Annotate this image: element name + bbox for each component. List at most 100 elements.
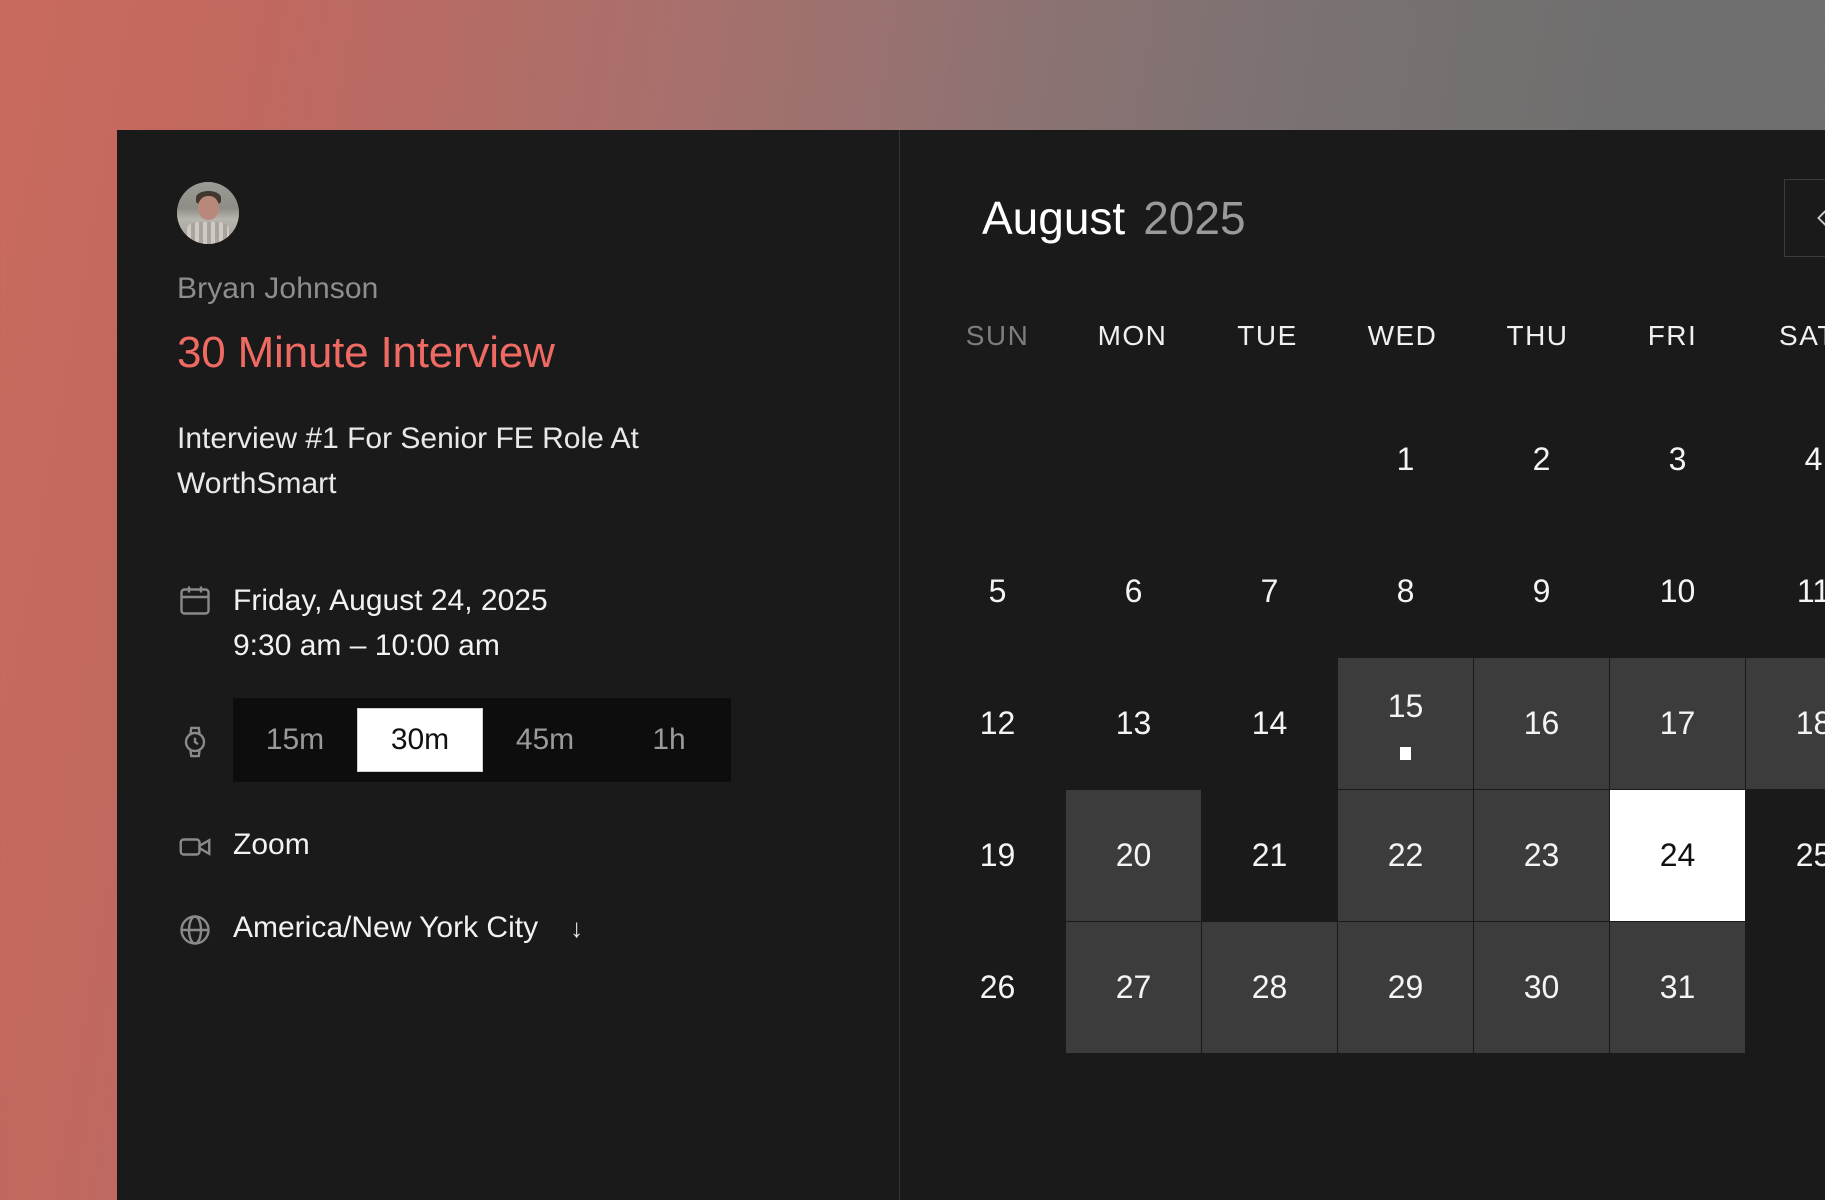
calendar-day-cell: 13 [1066, 658, 1201, 789]
calendar-day-cell[interactable]: 17 [1610, 658, 1745, 789]
previous-month-button[interactable] [1784, 179, 1825, 257]
calendar-day-cell: 9 [1474, 526, 1609, 657]
avatar-face [198, 195, 219, 221]
weekday-label-fri: FRI [1647, 320, 1698, 351]
calendar-day-cell: 3 [1610, 394, 1745, 525]
calendar-day-number: 22 [1387, 837, 1424, 873]
duration-selector[interactable]: 15m 30m 45m 1h [233, 698, 731, 782]
duration-row: 15m 30m 45m 1h [177, 698, 839, 782]
duration-option-45m[interactable]: 45m [483, 698, 607, 782]
calendar-day-cell[interactable]: 24 [1610, 790, 1745, 921]
calendar-day-number: 31 [1659, 969, 1696, 1005]
calendar-day-cell: 8 [1338, 526, 1473, 657]
calendar-day-number: 25 [1795, 837, 1825, 873]
calendar-day-cell: 14 [1202, 658, 1337, 789]
duration-option-30m[interactable]: 30m [357, 708, 483, 772]
calendar-day-cell: 6 [1066, 526, 1201, 657]
calendar-day-number: 10 [1659, 573, 1696, 609]
datetime-row: Friday, August 24, 2025 9:30 am – 10:00 … [177, 578, 839, 668]
calendar-day-number: 14 [1251, 705, 1288, 741]
calendar-day-number: 13 [1115, 705, 1152, 741]
calendar-day-number: 2 [1532, 441, 1551, 477]
calendar-day-indicator-dot [1400, 746, 1411, 760]
calendar-day-number: 16 [1523, 705, 1560, 741]
calendar-day-cell[interactable]: 16 [1474, 658, 1609, 789]
watch-icon [177, 720, 233, 760]
calendar-day-number: 5 [988, 573, 1007, 609]
calendar-day-number: 9 [1532, 573, 1551, 609]
event-details-panel: Bryan Johnson 30 Minute Interview Interv… [117, 130, 900, 1200]
timezone-selector[interactable]: America/New York City ↓ [233, 905, 583, 950]
calendar-day-number: 8 [1396, 573, 1415, 609]
calendar-day-number: 4 [1804, 441, 1823, 477]
calendar-day-cell[interactable]: 30 [1474, 922, 1609, 1053]
weekday-label-thu: THU [1506, 320, 1569, 351]
calendar-day-cell: 2 [1474, 394, 1609, 525]
calendar-day-number: 29 [1387, 969, 1424, 1005]
calendar-day-cell[interactable]: 20 [1066, 790, 1201, 921]
calendar-day-cell: 26 [930, 922, 1065, 1053]
calendar-day-number: 12 [979, 705, 1016, 741]
avatar-shirt [186, 221, 230, 244]
calendar-day-number: 20 [1115, 837, 1152, 873]
event-title: 30 Minute Interview [177, 328, 555, 377]
calendar-header: August 2025 [900, 176, 1825, 260]
calendar-day-number: 26 [979, 969, 1016, 1005]
host-name: Bryan Johnson [177, 272, 379, 305]
globe-icon [177, 908, 233, 948]
calendar-day-number: 28 [1251, 969, 1288, 1005]
weekday-label-sat: SAT [1779, 320, 1825, 351]
calendar-day-cell[interactable]: 15 [1338, 658, 1473, 789]
calendar-year: 2025 [1143, 192, 1246, 244]
timezone-label: America/New York City [233, 911, 539, 944]
calendar-day-cell: 10 [1610, 526, 1745, 657]
calendar-day-empty [930, 394, 1065, 525]
event-time: 9:30 am – 10:00 am [233, 629, 500, 662]
calendar-day-number: 11 [1796, 573, 1825, 609]
calendar-day-cell: 1 [1338, 394, 1473, 525]
datetime-text: Friday, August 24, 2025 9:30 am – 10:00 … [233, 578, 548, 668]
duration-option-15m[interactable]: 15m [233, 698, 357, 782]
video-camera-icon [177, 825, 233, 865]
calendar-day-number: 23 [1523, 837, 1560, 873]
calendar-day-cell[interactable]: 28 [1202, 922, 1337, 1053]
calendar-day-cell: 4 [1746, 394, 1825, 525]
calendar-day-cell[interactable]: 29 [1338, 922, 1473, 1053]
avatar [177, 182, 239, 244]
weekday-label-wed: WED [1367, 320, 1438, 351]
calendar-day-cell: 5 [930, 526, 1065, 657]
calendar-day-cell[interactable]: 27 [1066, 922, 1201, 1053]
calendar-day-number: 17 [1659, 705, 1696, 741]
weekday-label-mon: MON [1097, 320, 1168, 351]
calendar-month: August [982, 192, 1126, 244]
event-date: Friday, August 24, 2025 [233, 584, 548, 617]
arrow-down-icon[interactable]: ↓ [570, 915, 583, 941]
calendar-nav [1784, 179, 1825, 257]
calendar-day-cell: 19 [930, 790, 1065, 921]
booking-card: Bryan Johnson 30 Minute Interview Interv… [117, 130, 1825, 1200]
calendar-day-cell[interactable]: 31 [1610, 922, 1745, 1053]
calendar-day-cell[interactable]: 22 [1338, 790, 1473, 921]
weekday-label-tue: TUE [1237, 320, 1298, 351]
calendar-day-empty [1202, 394, 1337, 525]
duration-option-1h[interactable]: 1h [607, 698, 731, 782]
weekday-label-sun: SUN [965, 320, 1030, 351]
calendar-day-number: 1 [1396, 441, 1415, 477]
calendar-weekday-header: SUN MON TUE WED THU FRI SAT [900, 320, 1825, 352]
calendar-day-grid: 1 2 3 4 5 6 7 8 9 10 11 12 13 14 15 16 17 18 19 20 21 22 23 24 2… [900, 394, 1825, 1053]
calendar-day-number: 15 [1387, 687, 1424, 724]
calendar-day-cell[interactable]: 18 [1746, 658, 1825, 789]
calendar-day-cell: 11 [1746, 526, 1825, 657]
calendar-day-cell: 7 [1202, 526, 1337, 657]
calendar-day-cell[interactable]: 23 [1474, 790, 1609, 921]
calendar-day-empty [1746, 922, 1825, 1053]
event-description: Interview #1 For Senior FE Role At Worth… [177, 422, 639, 500]
calendar-day-number: 30 [1523, 969, 1560, 1005]
calendar-panel: August 2025 SUNMONTUEWEDTHUFRISAT 123456… [900, 130, 1825, 1200]
calendar-day-cell: 21 [1202, 790, 1337, 921]
timezone-row[interactable]: America/New York City ↓ [177, 905, 839, 950]
calendar-day-number: 24 [1659, 837, 1696, 873]
calendar-day-empty [1066, 394, 1201, 525]
location-row: Zoom [177, 822, 839, 867]
calendar-day-number: 6 [1124, 573, 1143, 609]
